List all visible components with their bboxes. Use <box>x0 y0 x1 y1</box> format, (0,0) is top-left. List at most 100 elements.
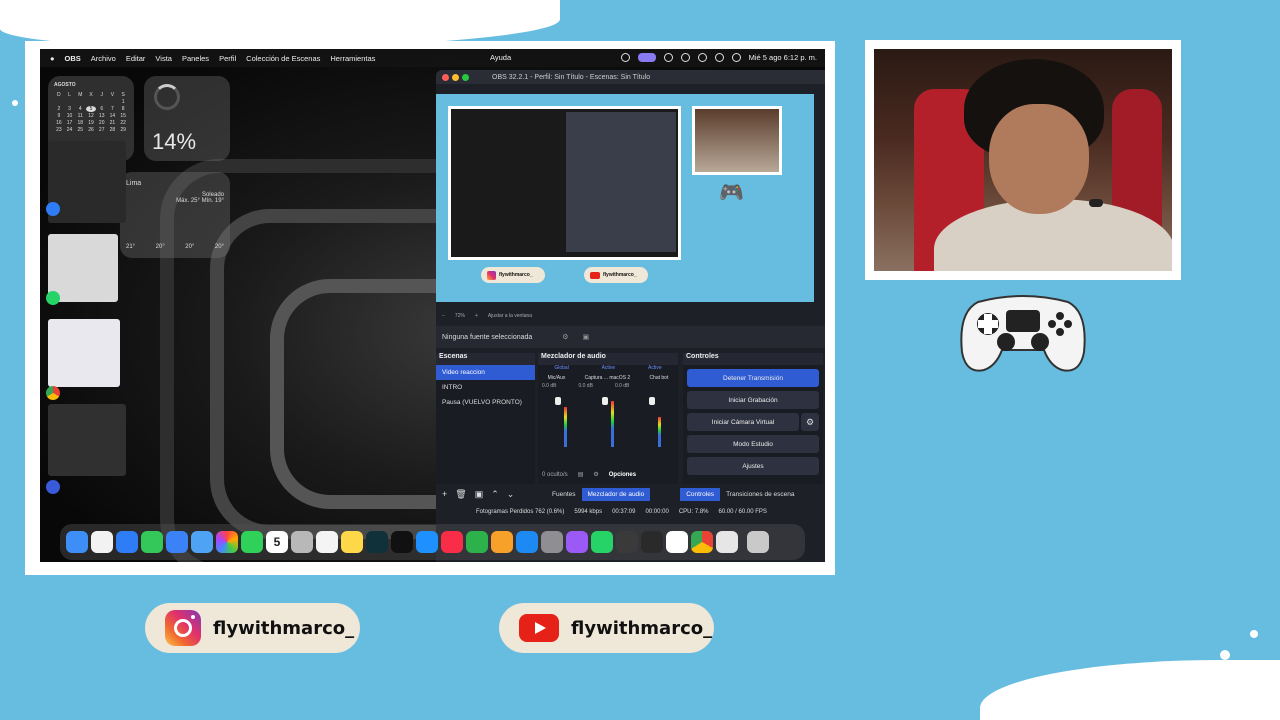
maximize-icon[interactable] <box>462 73 469 81</box>
minimize-icon[interactable] <box>452 73 459 81</box>
mixer-layout-icon[interactable]: ▤ <box>578 471 584 478</box>
menu-editar[interactable]: Editar <box>126 54 146 63</box>
calendar-icon[interactable]: 5 <box>266 531 288 553</box>
apple-tv-icon[interactable] <box>391 531 413 553</box>
scene-item[interactable]: Video reaccion <box>436 365 535 380</box>
obs-preview[interactable]: 🎮 flywithmarco_ flywithmarco_ <box>436 94 814 302</box>
clock[interactable]: Mié 5 ago 6:12 p. m. <box>749 53 817 62</box>
fader-knob[interactable] <box>648 397 655 405</box>
tab-sources[interactable]: Fuentes <box>546 488 582 501</box>
close-icon[interactable] <box>442 73 449 81</box>
resolve-icon[interactable] <box>46 480 60 494</box>
cast-icon[interactable] <box>680 53 690 62</box>
settings-button[interactable]: Ajustes <box>687 457 819 475</box>
stage-manager-window[interactable] <box>48 234 118 302</box>
pages-icon[interactable] <box>491 531 513 553</box>
menu-archivo[interactable]: Archivo <box>91 54 116 63</box>
volume-fader[interactable] <box>599 395 617 447</box>
safari-icon[interactable] <box>116 531 138 553</box>
reminders-icon[interactable] <box>316 531 338 553</box>
mail-icon[interactable] <box>166 531 188 553</box>
mixer-settings-icon[interactable]: ⚙ <box>593 471 598 478</box>
obs-icon[interactable] <box>641 531 663 553</box>
instagram-pill[interactable]: flywithmarco_ <box>145 603 360 653</box>
screen-record-icon[interactable] <box>637 53 656 62</box>
apple-menu-icon[interactable]: ● <box>50 54 55 63</box>
screen-recorder-icon[interactable] <box>716 531 738 553</box>
mixer-channel-name[interactable]: Chat bot <box>649 375 668 381</box>
mixer-tab[interactable]: Global <box>554 365 568 373</box>
chrome-icon[interactable] <box>46 386 60 400</box>
notes-icon[interactable] <box>341 531 363 553</box>
properties-gear-icon[interactable]: ⚙ <box>562 333 568 341</box>
chrome-icon[interactable] <box>691 531 713 553</box>
status-icon[interactable] <box>620 53 630 62</box>
filter-icon[interactable]: ▣ <box>475 489 484 500</box>
menu-vista[interactable]: Vista <box>155 54 172 63</box>
tab-audio-mixer[interactable]: Mezclador de audio <box>581 487 651 501</box>
tab-controls[interactable]: Controles <box>680 487 721 501</box>
music-icon[interactable] <box>441 531 463 553</box>
weather-widget[interactable]: Lima Soleado Máx. 25° Mín. 19° 21° 20° 2… <box>120 172 230 258</box>
youtube-icon <box>590 271 600 279</box>
numbers-icon[interactable] <box>466 531 488 553</box>
tab-transitions[interactable]: Transiciones de escena <box>720 488 800 501</box>
menu-herramientas[interactable]: Herramientas <box>330 54 375 63</box>
menu-coleccion[interactable]: Colección de Escenas <box>246 54 320 63</box>
mixer-channel-name[interactable]: Mic/Aux <box>548 375 566 381</box>
zoom-out-icon[interactable]: − <box>442 313 445 319</box>
youtube-pill[interactable]: flywithmarco_ <box>499 603 714 653</box>
stop-stream-button[interactable]: Detener Transmisión <box>687 369 819 387</box>
maps-icon[interactable] <box>191 531 213 553</box>
stage-manager-window[interactable] <box>48 319 120 387</box>
play-icon[interactable] <box>663 53 673 62</box>
podcasts-icon[interactable] <box>566 531 588 553</box>
volume-fader[interactable] <box>552 395 570 447</box>
trash-icon[interactable]: 🗑 <box>455 489 466 500</box>
photos-icon[interactable] <box>216 531 238 553</box>
whatsapp-icon[interactable] <box>46 291 60 305</box>
fader-knob[interactable] <box>555 397 562 405</box>
mixer-tab[interactable]: Active <box>602 365 616 373</box>
menu-paneles[interactable]: Paneles <box>182 54 209 63</box>
down-icon[interactable]: ⌄ <box>507 489 515 500</box>
up-icon[interactable]: ⌃ <box>491 489 499 500</box>
scene-item[interactable]: Pausa (VUELVO PRONTO) <box>436 395 535 410</box>
resolve-icon[interactable] <box>616 531 638 553</box>
keynote-icon[interactable] <box>416 531 438 553</box>
facetime-icon[interactable] <box>241 531 263 553</box>
launchpad-icon[interactable] <box>91 531 113 553</box>
battery-widget[interactable]: 14% <box>144 76 230 161</box>
zoom-icon[interactable] <box>666 531 688 553</box>
safari-icon[interactable] <box>46 202 60 216</box>
filters-icon[interactable]: ▣ <box>583 333 590 341</box>
mixer-tab[interactable]: Active <box>648 365 662 373</box>
search-icon[interactable] <box>714 53 724 62</box>
mixer-options-button[interactable]: Opciones <box>609 472 636 478</box>
studio-mode-button[interactable]: Modo Estudio <box>687 435 819 453</box>
menu-app-name[interactable]: OBS <box>65 54 81 63</box>
scene-item[interactable]: INTRO <box>436 380 535 395</box>
wifi-icon[interactable] <box>697 53 707 62</box>
system-settings-icon[interactable] <box>541 531 563 553</box>
start-recording-button[interactable]: Iniciar Grabación <box>687 391 819 409</box>
fader-knob[interactable] <box>601 397 608 405</box>
freeform-icon[interactable] <box>366 531 388 553</box>
add-icon[interactable]: + <box>442 489 447 500</box>
trash-icon[interactable] <box>747 531 769 553</box>
volume-fader[interactable] <box>646 395 664 447</box>
messages-icon[interactable] <box>141 531 163 553</box>
fit-window-select[interactable]: Ajustar a la ventana <box>488 313 532 319</box>
menu-perfil[interactable]: Perfil <box>219 54 236 63</box>
zoom-in-icon[interactable]: + <box>475 313 478 319</box>
menu-ayuda[interactable]: Ayuda <box>490 53 511 62</box>
finder-icon[interactable] <box>66 531 88 553</box>
mixer-channel-name[interactable]: Captura ... macOS 2 <box>585 375 631 381</box>
app-store-icon[interactable] <box>516 531 538 553</box>
stage-manager-window[interactable] <box>48 404 126 476</box>
virtual-cam-settings-icon[interactable]: ⚙ <box>801 413 819 431</box>
start-virtual-cam-button[interactable]: Iniciar Cámara Virtual <box>687 413 799 431</box>
whatsapp-icon[interactable] <box>591 531 613 553</box>
control-center-icon[interactable] <box>731 53 741 62</box>
contacts-icon[interactable] <box>291 531 313 553</box>
